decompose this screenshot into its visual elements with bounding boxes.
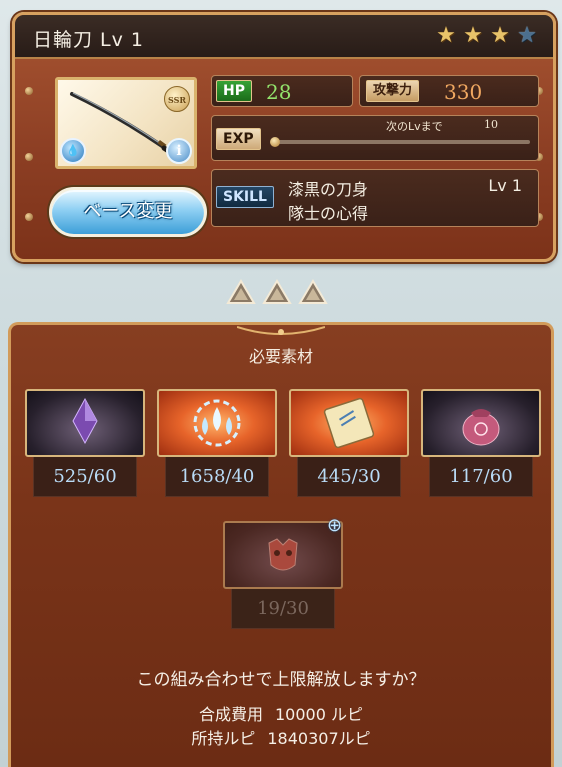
material-image xyxy=(421,389,541,457)
exp-next-value: 10 xyxy=(484,118,498,131)
star-icon: ★ xyxy=(517,23,537,48)
material-item[interactable]: 117/60 xyxy=(421,389,541,499)
coin-pouch-icon xyxy=(462,409,500,446)
material-image xyxy=(157,389,277,457)
material-count: 445/30 xyxy=(297,457,401,497)
materials-panel: 必要素材 525/60 1658/40 445/30 117/60 ⊕ 19/3… xyxy=(8,322,554,767)
materials-header: 必要素材 xyxy=(11,325,551,371)
base-change-button[interactable]: ベース変更 xyxy=(49,187,207,237)
owned-value: 1840307ルピ xyxy=(267,729,371,748)
materials-title: 必要素材 xyxy=(248,347,313,366)
dark-crystal-icon xyxy=(72,397,98,445)
confirm-question: この組み合わせで上限解放しますか？ xyxy=(136,670,426,690)
water-sigil-icon xyxy=(193,399,241,447)
weapon-title-bar: 日輪刀 Lv 1 ★ ★ ★ ★ xyxy=(15,15,553,59)
star-icon: ★ xyxy=(436,23,456,48)
attack-value: 330 xyxy=(444,80,483,104)
material-image xyxy=(289,389,409,457)
skill-panel[interactable]: SKILL 漆黒の刀身 隊士の心得 Lv 1 xyxy=(211,169,539,227)
attack-stat: 攻撃力 330 xyxy=(359,75,539,107)
exp-progress-bar xyxy=(270,137,530,147)
synthesis-cost: 合成費用 10000 ルピ xyxy=(11,701,551,725)
material-item[interactable]: 525/60 xyxy=(25,389,145,499)
info-icon[interactable]: i xyxy=(166,138,192,164)
skill-name: 漆黒の刀身 xyxy=(288,180,369,199)
skill-level: Lv 1 xyxy=(488,176,522,195)
skill-label: SKILL xyxy=(216,186,274,208)
water-element-icon: 💧 xyxy=(60,138,86,164)
exp-next-label: 次のLvまで xyxy=(386,120,443,133)
zoom-in-icon[interactable]: ⊕ xyxy=(327,515,351,539)
material-count: 1658/40 xyxy=(165,457,269,497)
star-icon: ★ xyxy=(463,23,483,48)
material-item[interactable]: ⊕ 19/30 xyxy=(223,515,343,631)
material-item[interactable]: 1658/40 xyxy=(157,389,277,499)
weapon-title: 日輪刀 Lv 1 xyxy=(33,29,144,51)
triangle-arrow-icon xyxy=(262,279,292,304)
hp-value: 28 xyxy=(266,80,292,104)
red-mask-icon xyxy=(268,538,298,571)
rivet-decoration xyxy=(25,213,33,221)
scroll-icon xyxy=(323,397,375,449)
attack-label: 攻撃力 xyxy=(366,80,420,102)
owned-rupie: 所持ルピ 1840307ルピ xyxy=(11,725,551,749)
exp-progress-knob xyxy=(270,137,280,147)
ornament-decoration xyxy=(237,326,325,335)
weapon-card: 日輪刀 Lv 1 ★ ★ ★ ★ SSR 💧 i ベース変更 HP 28 攻撃力… xyxy=(12,12,556,262)
rivet-decoration xyxy=(25,153,33,161)
material-item[interactable]: 445/30 xyxy=(289,389,409,499)
rarity-stars: ★ ★ ★ ★ xyxy=(434,24,539,48)
hp-stat: HP 28 xyxy=(211,75,353,107)
exp-stat: EXP 次のLvまで 10 xyxy=(211,115,539,161)
material-image xyxy=(223,521,343,589)
material-count: 19/30 xyxy=(231,589,335,629)
cost-label: 合成費用 xyxy=(198,705,263,724)
weapon-thumbnail[interactable]: SSR 💧 i xyxy=(55,77,197,169)
material-count: 117/60 xyxy=(429,457,533,497)
exp-label: EXP xyxy=(216,128,261,150)
triangle-arrow-icon xyxy=(226,279,256,304)
owned-label: 所持ルピ xyxy=(191,729,256,748)
triangle-arrow-icon xyxy=(298,279,328,304)
uncap-arrows xyxy=(226,278,328,306)
material-image xyxy=(25,389,145,457)
rivet-decoration xyxy=(25,87,33,95)
star-icon: ★ xyxy=(490,23,510,48)
ssr-badge: SSR xyxy=(164,86,190,112)
cost-value: 10000 ルピ xyxy=(275,705,363,724)
skill-name: 隊士の心得 xyxy=(288,204,369,223)
material-count: 525/60 xyxy=(33,457,137,497)
hp-label: HP xyxy=(216,80,252,102)
